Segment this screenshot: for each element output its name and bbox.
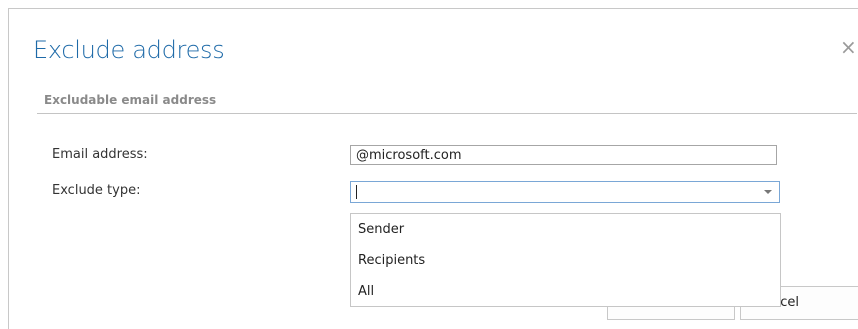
option-recipients[interactable]: Recipients xyxy=(351,245,780,276)
dialog-title: Exclude address xyxy=(33,36,225,64)
exclude-type-select[interactable] xyxy=(350,181,780,203)
section-header: Excludable email address xyxy=(37,89,857,114)
chevron-down-icon[interactable] xyxy=(764,190,772,194)
email-address-label: Email address: xyxy=(52,147,148,162)
close-icon[interactable]: × xyxy=(840,37,857,57)
exclude-type-label: Exclude type: xyxy=(52,183,141,198)
email-address-input[interactable]: @microsoft.com xyxy=(350,145,777,165)
exclude-address-dialog: Exclude address × Excludable email addre… xyxy=(8,8,858,329)
section-label: Excludable email address xyxy=(44,93,217,107)
exclude-type-dropdown: Sender Recipients All xyxy=(350,213,781,307)
option-all[interactable]: All xyxy=(351,276,780,307)
option-sender[interactable]: Sender xyxy=(351,214,780,245)
text-cursor xyxy=(356,185,357,199)
